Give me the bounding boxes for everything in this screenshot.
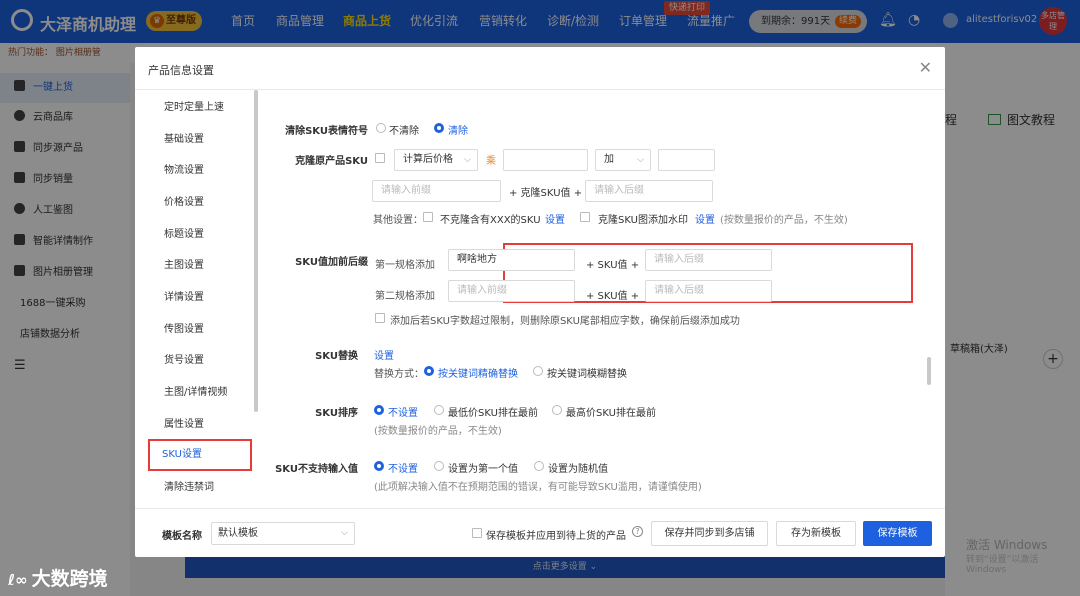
radio-exact-replace[interactable] <box>424 366 434 376</box>
spec1-plus-sku: + SKU值 + <box>586 260 640 271</box>
footer-divider <box>135 508 945 509</box>
form-scrollbar[interactable] <box>927 357 931 385</box>
radio-sort-highest[interactable] <box>552 405 562 415</box>
template-value: 默认模板 <box>218 528 258 539</box>
modal-title: 产品信息设置 <box>148 64 214 77</box>
chevron-down-icon: ⌵ <box>341 528 348 538</box>
template-name-label: 模板名称 <box>162 531 202 542</box>
plus-clone-sku-label: + 克隆SKU值 + <box>509 188 583 199</box>
brand-watermark: ℓ∞ 大数跨境 <box>8 564 108 591</box>
menu-item-detail[interactable]: 详情设置 <box>150 282 250 314</box>
chevron-down-icon: ⌵ <box>464 155 471 165</box>
menu-item-title[interactable]: 标题设置 <box>150 219 250 251</box>
menu-item-basic[interactable]: 基础设置 <box>150 124 250 156</box>
spec2-suffix-input[interactable]: 请输入后缀 <box>645 280 772 302</box>
radio-unsupported-first[interactable] <box>434 461 444 471</box>
watermark-label: 克隆SKU图添加水印 <box>598 215 688 226</box>
sku-replace-settings-link[interactable]: 设置 <box>374 347 394 362</box>
multiply-label: 乘 <box>486 156 496 167</box>
spec2-plus-sku: + SKU值 + <box>586 291 640 302</box>
truncate-checkbox[interactable] <box>375 313 385 323</box>
clone-sku-checkbox[interactable] <box>375 153 385 163</box>
menu-item-upload-image[interactable]: 传图设置 <box>150 314 250 346</box>
no-clone-xxx-checkbox[interactable] <box>423 212 433 222</box>
operator-select[interactable]: 加 ⌵ <box>595 149 651 171</box>
close-icon[interactable]: ✕ <box>919 58 932 77</box>
clear-emoji-label: 清除SKU表情符号 <box>285 126 368 137</box>
sku-affix-label: SKU值加前后缀 <box>295 257 368 268</box>
other-settings-label: 其他设置： <box>373 215 423 226</box>
exact-replace-label: 按关键词精确替换 <box>438 369 518 380</box>
sort-highest-label: 最高价SKU排在最前 <box>566 408 656 419</box>
radio-fuzzy-replace[interactable] <box>533 366 543 376</box>
spec2-label: 第二规格添加 <box>375 291 435 302</box>
watermark-note: (按数量报价的产品，不生效) <box>720 215 848 226</box>
help-icon[interactable]: ? <box>632 526 643 537</box>
product-info-settings-modal: 产品信息设置 ✕ 定时定量上速 基础设置 物流设置 价格设置 标题设置 主图设置… <box>135 47 945 557</box>
brand-logo-icon: ℓ∞ <box>8 571 28 589</box>
watermark-checkbox[interactable] <box>580 212 590 222</box>
fuzzy-replace-label: 按关键词模糊替换 <box>547 369 627 380</box>
menu-item-video[interactable]: 主图/详情视频 <box>150 377 250 409</box>
unsupported-note: (此项解决输入值不在预期范围的错误，有可能导致SKU滥用，请谨慎使用) <box>374 482 702 493</box>
radio-unsupported-random[interactable] <box>534 461 544 471</box>
radio-unsupported-none[interactable] <box>374 461 384 471</box>
spec1-prefix-input[interactable]: 啊啥地方 <box>448 249 575 271</box>
sort-none-label: 不设置 <box>388 408 418 419</box>
radio-sort-none[interactable] <box>374 405 384 415</box>
sort-lowest-label: 最低价SKU排在最前 <box>448 408 538 419</box>
clone-sku-label: 克隆原产品SKU <box>295 156 368 167</box>
radio-no-clear[interactable] <box>376 123 386 133</box>
unsupported-none-label: 不设置 <box>388 464 418 475</box>
menu-item-banned-words[interactable]: 清除违禁词 <box>150 472 250 504</box>
calc-price-select[interactable]: 计算后价格 ⌵ <box>394 149 478 171</box>
spec1-suffix-input[interactable]: 请输入后缀 <box>645 249 772 271</box>
calc-price-value: 计算后价格 <box>403 154 453 165</box>
addend-input[interactable] <box>658 149 715 171</box>
no-clear-label: 不清除 <box>389 126 419 137</box>
menu-item-main-image[interactable]: 主图设置 <box>150 250 250 282</box>
unsupported-random-label: 设置为随机值 <box>548 464 608 475</box>
truncate-note: 添加后若SKU字数超过限制，则删除原SKU尾部相应字数，确保前后缀添加成功 <box>390 316 740 327</box>
save-as-new-button[interactable]: 存为新模板 <box>776 521 856 546</box>
spec2-prefix-input[interactable]: 请输入前缀 <box>448 280 575 302</box>
radio-sort-lowest[interactable] <box>434 405 444 415</box>
save-sync-button[interactable]: 保存并同步到多店铺 <box>651 521 768 546</box>
sku-sort-label: SKU排序 <box>315 408 358 419</box>
replace-mode-label: 替换方式： <box>374 369 424 380</box>
watermark-settings-link[interactable]: 设置 <box>695 211 715 226</box>
clone-prefix-input[interactable]: 请输入前缀 <box>372 180 501 202</box>
save-template-button[interactable]: 保存模板 <box>863 521 932 546</box>
no-clone-settings-link[interactable]: 设置 <box>545 211 565 226</box>
multiplier-input[interactable] <box>503 149 588 171</box>
chevron-down-icon: ⌵ <box>637 155 644 165</box>
brand-watermark-text: 大数跨境 <box>31 568 108 590</box>
menu-item-item-number[interactable]: 货号设置 <box>150 345 250 377</box>
radio-clear[interactable] <box>434 123 444 133</box>
save-apply-label: 保存模板并应用到待上货的产品 <box>486 531 626 542</box>
menu-item-attributes[interactable]: 属性设置 <box>150 409 250 441</box>
clear-label: 清除 <box>448 126 468 137</box>
operator-value: 加 <box>604 154 614 165</box>
menu-item-price[interactable]: 价格设置 <box>150 187 250 219</box>
sku-unsupported-label: SKU不支持输入值 <box>275 464 358 475</box>
sku-replace-label: SKU替换 <box>315 351 358 362</box>
sort-note: (按数量报价的产品，不生效) <box>374 426 502 437</box>
sku-settings-form: 清除SKU表情符号 不清除 清除 克隆原产品SKU 计算后价格 ⌵ 乘 加 ⌵ 请输… <box>258 90 930 508</box>
no-clone-xxx-label: 不克隆含有XXX的SKU <box>440 215 541 226</box>
template-select[interactable]: 默认模板 ⌵ <box>211 522 355 545</box>
unsupported-first-label: 设置为第一个值 <box>448 464 518 475</box>
save-apply-checkbox[interactable] <box>472 528 482 538</box>
settings-menu: 定时定量上速 基础设置 物流设置 价格设置 标题设置 主图设置 详情设置 传图设… <box>148 90 258 508</box>
clone-suffix-input[interactable]: 请输入后缀 <box>585 180 713 202</box>
spec1-label: 第一规格添加 <box>375 260 435 271</box>
menu-item-sku[interactable]: SKU设置 <box>148 439 252 471</box>
menu-item-logistics[interactable]: 物流设置 <box>150 155 250 187</box>
menu-item-timed[interactable]: 定时定量上速 <box>150 92 250 124</box>
